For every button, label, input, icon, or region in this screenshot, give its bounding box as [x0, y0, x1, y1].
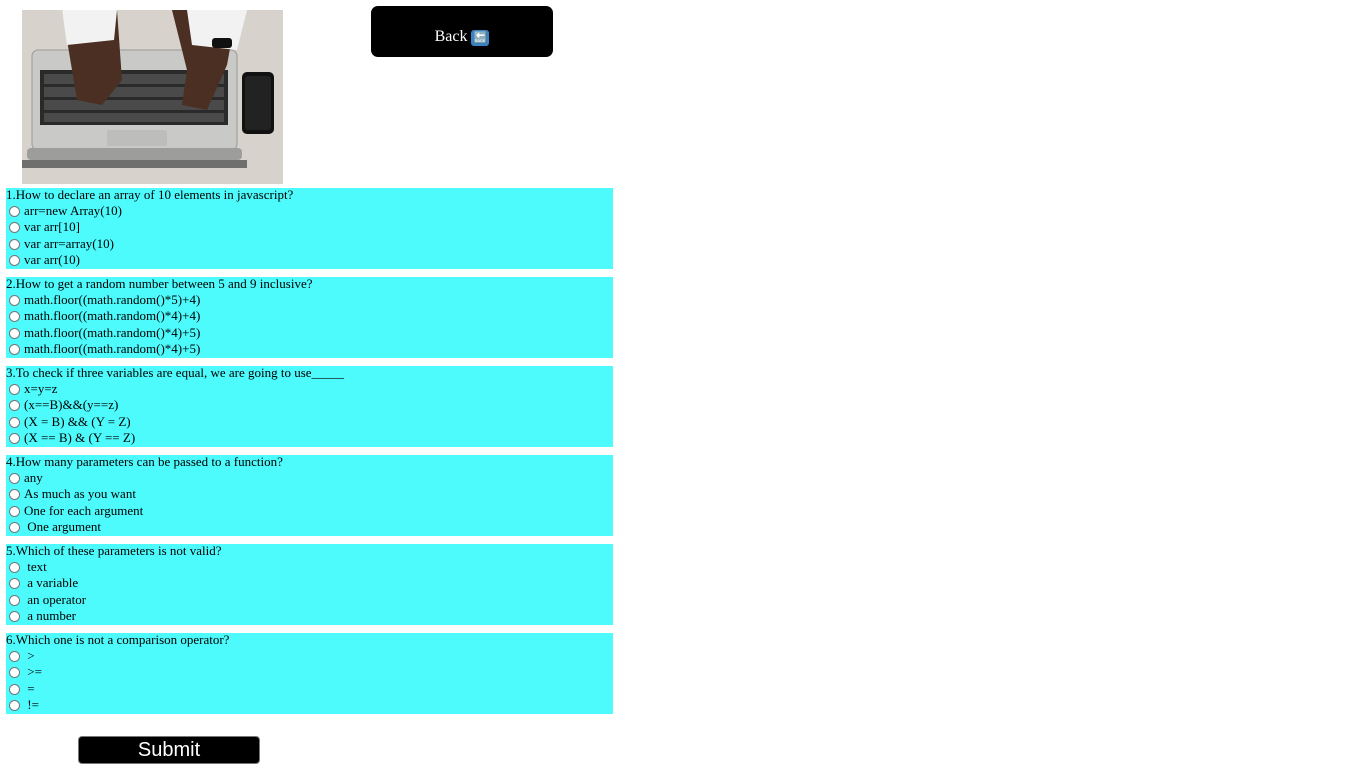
radio-button[interactable] [9, 561, 20, 573]
radio-button[interactable] [9, 327, 20, 339]
back-button[interactable]: Back 🔙 [371, 6, 553, 57]
option-label: = [24, 681, 35, 696]
option-label: (x==B)&&(y==z) [24, 397, 119, 412]
option-4d[interactable]: One argument [9, 519, 101, 535]
option-label: any [24, 470, 43, 485]
radio-button[interactable] [9, 343, 20, 355]
option-label: >= [24, 664, 42, 679]
option-2a[interactable]: math.floor((math.random()*5)+4) [9, 292, 200, 308]
question-5: 5.Which of these parameters is not valid… [6, 544, 613, 625]
option-label: math.floor((math.random()*4)+4) [24, 308, 201, 323]
radio-button[interactable] [9, 294, 20, 306]
option-label: One argument [24, 519, 102, 534]
radio-button[interactable] [9, 650, 20, 662]
option-3c[interactable]: (X = B) && (Y = Z) [9, 414, 131, 430]
radio-button[interactable] [9, 594, 20, 606]
option-1b[interactable]: var arr[10] [9, 219, 80, 235]
question-4: 4.How many parameters can be passed to a… [6, 455, 613, 536]
submit-button[interactable]: Submit [78, 736, 260, 764]
question-3: 3.To check if three variables are equal,… [6, 366, 613, 447]
option-label: var arr(10) [24, 252, 80, 267]
option-label: var arr[10] [24, 219, 80, 234]
option-1c[interactable]: var arr=array(10) [9, 236, 114, 252]
option-4c[interactable]: One for each argument [9, 503, 143, 519]
question-text: 4.How many parameters can be passed to a… [6, 454, 283, 469]
question-text: 1.How to declare an array of 10 elements… [6, 187, 294, 202]
option-5a[interactable]: text [9, 559, 47, 575]
question-text: 2.How to get a random number between 5 a… [6, 276, 313, 291]
option-3d[interactable]: (X == B) & (Y == Z) [9, 430, 135, 446]
radio-button[interactable] [9, 310, 20, 322]
option-4b[interactable]: As much as you want [9, 486, 136, 502]
radio-button[interactable] [9, 432, 20, 444]
option-label: an operator [24, 592, 87, 607]
option-label: (X == B) & (Y == Z) [24, 430, 136, 445]
radio-button[interactable] [9, 666, 20, 678]
laptop-illustration [22, 10, 283, 184]
question-text: 5.Which of these parameters is not valid… [6, 543, 222, 558]
option-label: > [24, 648, 35, 663]
option-label: != [24, 697, 39, 712]
option-label: As much as you want [24, 486, 136, 501]
back-arrow-icon: 🔙 [471, 30, 490, 46]
option-1d[interactable]: var arr(10) [9, 252, 80, 268]
option-6a[interactable]: > [9, 648, 35, 664]
question-1: 1.How to declare an array of 10 elements… [6, 188, 613, 269]
option-4a[interactable]: any [9, 470, 43, 486]
question-6: 6.Which one is not a comparison operator… [6, 633, 613, 714]
question-2: 2.How to get a random number between 5 a… [6, 277, 613, 358]
option-2b[interactable]: math.floor((math.random()*4)+4) [9, 308, 200, 324]
quiz-questions: 1.How to declare an array of 10 elements… [6, 188, 613, 722]
radio-button[interactable] [9, 610, 20, 622]
radio-button[interactable] [9, 699, 20, 711]
radio-button[interactable] [9, 399, 20, 411]
option-label: math.floor((math.random()*4)+5) [24, 325, 201, 340]
radio-button[interactable] [9, 238, 20, 250]
option-3b[interactable]: (x==B)&&(y==z) [9, 397, 118, 413]
option-label: var arr=array(10) [24, 236, 114, 251]
radio-button[interactable] [9, 383, 20, 395]
option-label: (X = B) && (Y = Z) [24, 414, 131, 429]
option-label: x=y=z [24, 381, 58, 396]
option-label: arr=new Array(10) [24, 203, 122, 218]
question-text: 6.Which one is not a comparison operator… [6, 632, 230, 647]
radio-button[interactable] [9, 577, 20, 589]
option-5b[interactable]: a variable [9, 575, 78, 591]
radio-button[interactable] [9, 221, 20, 233]
option-2d[interactable]: math.floor((math.random()*4)+5) [9, 341, 200, 357]
option-label: text [24, 559, 47, 574]
radio-button[interactable] [9, 205, 20, 217]
option-label: math.floor((math.random()*4)+5) [24, 341, 201, 356]
option-5c[interactable]: an operator [9, 592, 86, 608]
radio-button[interactable] [9, 472, 20, 484]
option-6b[interactable]: >= [9, 664, 42, 680]
radio-button[interactable] [9, 488, 20, 500]
radio-button[interactable] [9, 505, 20, 517]
option-label: math.floor((math.random()*5)+4) [24, 292, 201, 307]
option-label: a variable [24, 575, 79, 590]
radio-button[interactable] [9, 254, 20, 266]
option-6c[interactable]: = [9, 681, 35, 697]
radio-button[interactable] [9, 416, 20, 428]
back-button-label: Back [434, 28, 468, 45]
option-1a[interactable]: arr=new Array(10) [9, 203, 122, 219]
option-5d[interactable]: a number [9, 608, 76, 624]
option-6d[interactable]: != [9, 697, 39, 713]
option-label: One for each argument [24, 503, 144, 518]
radio-button[interactable] [9, 521, 20, 533]
option-3a[interactable]: x=y=z [9, 381, 57, 397]
radio-button[interactable] [9, 683, 20, 695]
option-2c[interactable]: math.floor((math.random()*4)+5) [9, 325, 200, 341]
option-label: a number [24, 608, 76, 623]
hero-image [22, 10, 283, 184]
question-text: 3.To check if three variables are equal,… [6, 365, 345, 380]
